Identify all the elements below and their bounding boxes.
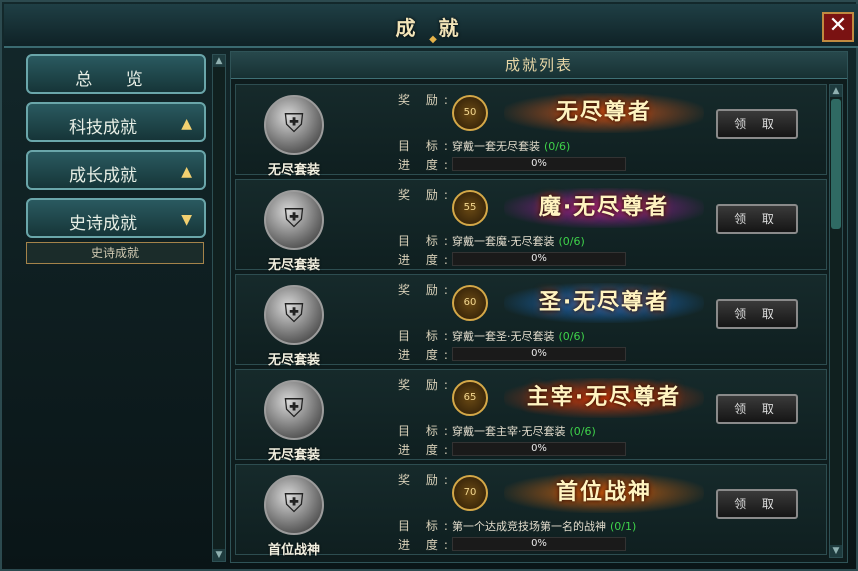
reward-label: 奖 励: — [398, 93, 454, 107]
target-count: (0/1) — [610, 520, 637, 533]
reward-label: 奖 励: — [398, 283, 454, 297]
target-count: (0/6) — [558, 235, 585, 248]
armor-medal-icon: ⛨ — [264, 95, 324, 155]
title-bar: 成 就 ◆ ✕ — [4, 4, 858, 48]
list-scrollbar[interactable]: ▲ ▼ — [829, 84, 843, 558]
progress-bar: 0% — [452, 537, 626, 551]
scroll-thumb[interactable] — [831, 99, 841, 229]
reward-label: 奖 励: — [398, 378, 454, 392]
target-desc: 第一个达成竞技场第一名的战神 — [452, 520, 606, 533]
progress-text: 0% — [531, 253, 547, 264]
ornament-icon: ◆ — [429, 34, 437, 45]
medal-name: 无尽套装 — [267, 258, 320, 273]
target-count: (0/6) — [569, 425, 596, 438]
progress-text: 0% — [531, 443, 547, 454]
list-header: 成就列表 — [231, 52, 847, 79]
progress-label: 进 度: — [398, 348, 454, 362]
achievement-row: ⛨ 首位战神奖 励: 70 首位战神目 标: 第一个达成竞技场第一名的战神 (0/1) 进 … — [235, 464, 827, 558]
progress-label: 进 度: — [398, 538, 454, 552]
target-desc: 穿戴一套圣·无尽套装 — [452, 330, 555, 343]
armor-medal-icon: ⛨ — [264, 190, 324, 250]
target-desc: 穿戴一套主宰·无尽套装 — [452, 425, 566, 438]
progress-bar: 0% — [452, 252, 626, 266]
subnav-epic-achievements[interactable]: 史诗成就 — [26, 242, 204, 264]
nav-epic-achievements[interactable]: 史诗成就 ▼ — [26, 198, 206, 238]
medal-name: 无尽套装 — [267, 163, 320, 178]
armor-medal-icon: ⛨ — [264, 475, 324, 535]
target-text: 第一个达成竞技场第一名的战神 (0/1) — [452, 518, 636, 534]
nav-epic-label: 史诗成就 — [69, 214, 137, 234]
achievement-window: 成 就 ◆ ✕ 总 览 科技成就 ▲ 成长成就 ▲ 史诗成就 ▼ 史诗成就 ▲ … — [0, 0, 858, 571]
progress-label: 进 度: — [398, 443, 454, 457]
level-badge-icon: 65 — [452, 380, 488, 416]
category-panel: 总 览 科技成就 ▲ 成长成就 ▲ 史诗成就 ▼ 史诗成就 ▲ ▼ — [12, 48, 226, 564]
claim-button[interactable]: 领 取 — [716, 109, 798, 139]
nav-growth-label: 成长成就 — [69, 166, 137, 186]
scroll-up-icon[interactable]: ▲ — [830, 85, 842, 97]
achievement-row: ⛨ 无尽套装 奖 励: 50 无尽尊者目 标: 穿戴一套无尽套装 (0/6) 进 度: 0% 领 … — [235, 84, 827, 178]
level-badge-icon: 50 — [452, 95, 488, 131]
reward-title-art: 主宰·无尽尊者 — [504, 378, 704, 418]
achievement-row: ⛨ 无尽套装 奖 励: 65 主宰·无尽尊者目 标: 穿戴一套主宰·无尽套装 (0/6) 进 … — [235, 369, 827, 463]
progress-text: 0% — [531, 348, 547, 359]
scroll-down-icon[interactable]: ▼ — [213, 549, 225, 561]
target-label: 目 标: — [398, 234, 454, 248]
progress-bar: 0% — [452, 157, 626, 171]
achievement-row: ⛨ 无尽套装 奖 励: 55 魔·无尽尊者目 标: 穿戴一套魔·无尽套装 (0/6) 进 度:… — [235, 179, 827, 273]
collapse-down-icon: ▼ — [181, 212, 192, 228]
target-text: 穿戴一套魔·无尽套装 (0/6) — [452, 233, 585, 249]
target-desc: 穿戴一套魔·无尽套装 — [452, 235, 555, 248]
reward-title-art: 首位战神 — [504, 473, 704, 513]
level-badge-icon: 55 — [452, 190, 488, 226]
reward-label: 奖 励: — [398, 473, 454, 487]
scroll-down-icon[interactable]: ▼ — [830, 545, 842, 557]
progress-text: 0% — [531, 538, 547, 549]
target-label: 目 标: — [398, 519, 454, 533]
target-desc: 穿戴一套无尽套装 — [452, 140, 540, 153]
progress-bar: 0% — [452, 347, 626, 361]
close-button[interactable]: ✕ — [822, 12, 854, 42]
nav-growth-achievements[interactable]: 成长成就 ▲ — [26, 150, 206, 190]
medal-name: 无尽套装 — [267, 448, 320, 463]
target-text: 穿戴一套无尽套装 (0/6) — [452, 138, 570, 154]
expand-up-icon: ▲ — [181, 116, 192, 132]
nav-overview[interactable]: 总 览 — [26, 54, 206, 94]
armor-medal-icon: ⛨ — [264, 285, 324, 345]
level-badge-icon: 60 — [452, 285, 488, 321]
achievement-list-panel: 成就列表 ⛨ 无尽套装奖 励: 50 无尽尊者目 标: 穿戴一套无尽套装 (0/6) 进 度… — [230, 51, 848, 563]
claim-button[interactable]: 领 取 — [716, 394, 798, 424]
nav-tech-label: 科技成就 — [69, 118, 137, 138]
armor-medal-icon: ⛨ — [264, 380, 324, 440]
progress-bar: 0% — [452, 442, 626, 456]
claim-button[interactable]: 领 取 — [716, 204, 798, 234]
claim-button[interactable]: 领 取 — [716, 299, 798, 329]
target-label: 目 标: — [398, 424, 454, 438]
reward-title-art: 魔·无尽尊者 — [504, 188, 704, 228]
claim-button[interactable]: 领 取 — [716, 489, 798, 519]
target-text: 穿戴一套主宰·无尽套装 (0/6) — [452, 423, 596, 439]
scroll-up-icon[interactable]: ▲ — [213, 55, 225, 67]
target-label: 目 标: — [398, 139, 454, 153]
target-text: 穿戴一套圣·无尽套装 (0/6) — [452, 328, 585, 344]
medal-name: 首位战神 — [267, 543, 320, 558]
medal-name: 无尽套装 — [267, 353, 320, 368]
target-label: 目 标: — [398, 329, 454, 343]
expand-up-icon: ▲ — [181, 164, 192, 180]
achievement-row: ⛨ 无尽套装 奖 励: 60 圣·无尽尊者目 标: 穿戴一套圣·无尽套装 (0/6) 进 度:… — [235, 274, 827, 368]
level-badge-icon: 70 — [452, 475, 488, 511]
nav-tech-achievements[interactable]: 科技成就 ▲ — [26, 102, 206, 142]
progress-text: 0% — [531, 158, 547, 169]
target-count: (0/6) — [544, 140, 571, 153]
reward-title-art: 无尽尊者 — [504, 93, 704, 133]
target-count: (0/6) — [558, 330, 585, 343]
reward-title-art: 圣·无尽尊者 — [504, 283, 704, 323]
reward-label: 奖 励: — [398, 188, 454, 202]
left-scrollbar[interactable]: ▲ ▼ — [212, 54, 226, 562]
nav-overview-label: 总 览 — [75, 70, 157, 90]
progress-label: 进 度: — [398, 253, 454, 267]
progress-label: 进 度: — [398, 158, 454, 172]
